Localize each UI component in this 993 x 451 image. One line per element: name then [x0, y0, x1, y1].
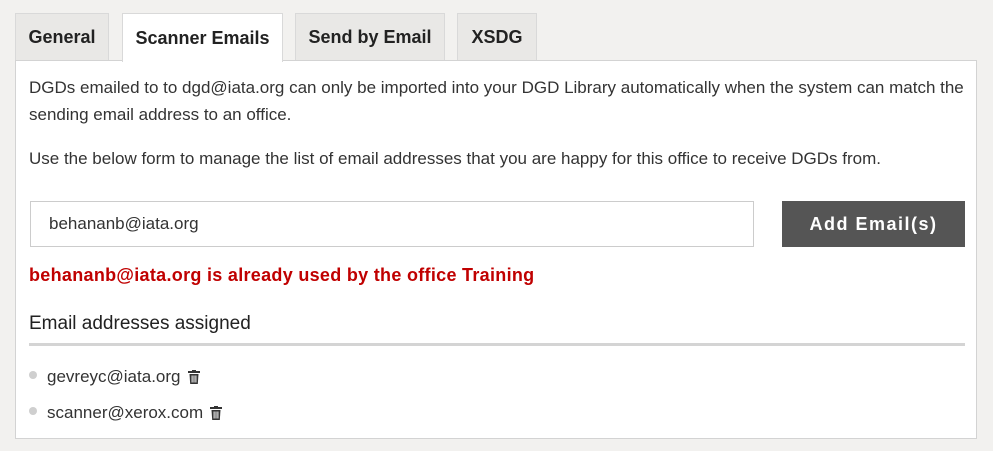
scanner-emails-panel: DGDs emailed to to dgd@iata.org can only… — [15, 60, 977, 439]
intro-paragraph: DGDs emailed to to dgd@iata.org can only… — [29, 78, 964, 124]
tab-label: Send by Email — [308, 26, 432, 47]
section-divider — [29, 343, 965, 346]
tab-scanner-emails[interactable]: Scanner Emails — [122, 13, 283, 62]
add-email-button[interactable]: Add Email(s) — [782, 201, 965, 247]
instructions-paragraph: Use the below form to manage the list of… — [29, 149, 881, 168]
tab-send-by-email[interactable]: Send by Email — [295, 13, 445, 60]
tab-label: General — [28, 26, 96, 47]
assigned-email-list: gevreyc@iata.org scanner@xerox.com — [29, 359, 223, 431]
tab-label: Scanner Emails — [135, 27, 270, 48]
email-input[interactable] — [30, 201, 754, 247]
list-item: scanner@xerox.com — [29, 395, 223, 431]
assigned-heading: Email addresses assigned — [29, 313, 251, 334]
list-item: gevreyc@iata.org — [29, 359, 222, 395]
error-message: behananb@iata.org is already used by the… — [29, 265, 535, 285]
email-address: scanner@xerox.com — [47, 403, 204, 422]
tab-xsdg[interactable]: XSDG — [457, 13, 537, 60]
trash-icon[interactable] — [187, 370, 200, 384]
tab-general[interactable]: General — [15, 13, 109, 60]
email-address: gevreyc@iata.org — [47, 367, 181, 386]
tab-label: XSDG — [471, 26, 523, 47]
trash-icon[interactable] — [210, 406, 223, 420]
bullet-icon — [29, 407, 37, 415]
bullet-icon — [29, 371, 37, 379]
